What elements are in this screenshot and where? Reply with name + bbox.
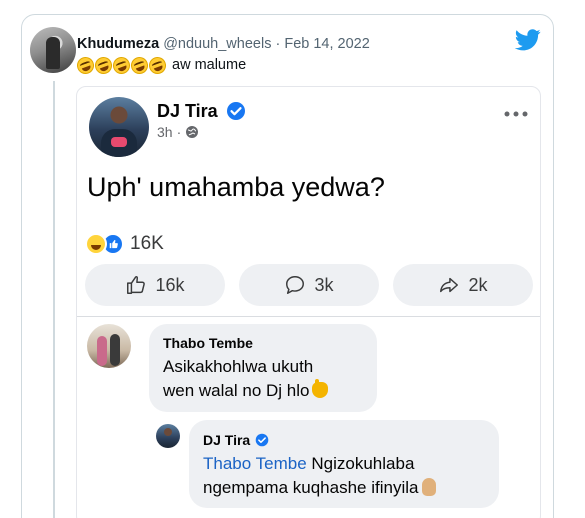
tweet-text: aw malume <box>74 54 247 76</box>
comment-icon <box>286 276 305 294</box>
tweet-header: Khudumeza @nduuh_wheels · Feb 14, 2022 <box>77 35 370 53</box>
like-icon <box>127 276 146 294</box>
commenter-avatar <box>87 324 131 368</box>
share-button: 2k <box>393 264 533 306</box>
reply-text: Thabo Tembe Ngizokuhlaba ngempama kuqhas… <box>203 452 485 500</box>
verified-badge-icon <box>255 433 269 447</box>
avatar-figure <box>46 37 60 69</box>
fb-page-name: DJ Tira <box>157 101 218 121</box>
more-options-icon <box>504 111 528 117</box>
laughing-emoji-icon <box>146 54 169 76</box>
reply-author-row: DJ Tira <box>203 431 485 449</box>
reply-bubble: DJ Tira Thabo Tembe Ngizokuhlaba ngempam… <box>189 420 499 508</box>
crossed-fingers-emoji-icon <box>422 478 437 496</box>
comment-button: 3k <box>239 264 379 306</box>
like-count: 16k <box>155 274 185 295</box>
fb-action-row: 16k 3k 2k <box>85 264 533 306</box>
author-avatar[interactable] <box>30 27 76 73</box>
fb-reactions: 16K <box>85 233 164 255</box>
fb-time-label: 3h <box>157 124 173 140</box>
reply-line-2-row: ngempama kuqhashe ifinyila <box>203 476 485 500</box>
avatar-person-right <box>110 334 120 366</box>
comment-bubble: Thabo Tembe Asikakhohlwa ukuth wen walal… <box>149 324 377 412</box>
laughing-emoji-icon <box>74 54 97 76</box>
comment-line-2: wen walal no Dj hlo <box>163 381 310 400</box>
laughing-emoji-group <box>74 54 169 76</box>
tweet-date[interactable]: Feb 14, 2022 <box>284 36 369 52</box>
reply-line-2: ngempama kuqhashe ifinyila <box>203 478 419 497</box>
share-count: 2k <box>468 274 488 295</box>
twitter-bird-icon[interactable] <box>515 29 541 51</box>
thread-line <box>53 81 55 518</box>
comment-count: 3k <box>314 274 334 295</box>
reaction-count: 16K <box>130 233 164 254</box>
reply-line-1: Thabo Tembe Ngizokuhlaba <box>203 452 485 476</box>
attached-image[interactable]: DJ Tira 3h · Uph' umahamba yedwa? 16K 16… <box>76 86 541 518</box>
fb-divider <box>77 316 540 317</box>
reply-line-1-rest: Ngizokuhlaba <box>306 454 415 473</box>
tweet-body-text: aw malume <box>172 57 247 73</box>
comment-author: Thabo Tembe <box>163 335 253 351</box>
avatar-shirt <box>101 129 137 157</box>
fb-time-separator: · <box>176 124 182 140</box>
reply-author: DJ Tira <box>203 432 251 448</box>
comment-line-1: Asikakhohlwa ukuth <box>163 357 314 376</box>
laughing-emoji-icon <box>128 54 151 76</box>
avatar-person-left <box>97 336 107 366</box>
comment-line-2-row: wen walal no Dj hlo <box>163 379 363 403</box>
fb-post-text: Uph' umahamba yedwa? <box>87 172 385 202</box>
author-handle[interactable]: @nduuh_wheels <box>163 36 271 52</box>
fb-post-time: 3h · <box>157 124 199 140</box>
clapping-hands-emoji-icon <box>312 379 329 398</box>
haha-reaction-icon <box>85 233 107 255</box>
tweet-card[interactable]: Khudumeza @nduuh_wheels · Feb 14, 2022 a… <box>21 14 554 518</box>
laughing-emoji-icon <box>92 54 115 76</box>
author-name[interactable]: Khudumeza <box>77 36 159 52</box>
avatar-head <box>164 428 172 436</box>
meta-separator: · <box>271 36 285 52</box>
like-button: 16k <box>85 264 225 306</box>
globe-icon <box>186 126 199 138</box>
laughing-emoji-icon <box>110 54 133 76</box>
verified-badge-icon <box>227 102 245 120</box>
share-icon <box>440 277 459 293</box>
reply-mention: Thabo Tembe <box>203 454 307 473</box>
fb-page-avatar <box>89 97 149 157</box>
reply-avatar <box>156 424 180 448</box>
comment-text: Asikakhohlwa ukuth wen walal no Dj hlo <box>163 355 363 403</box>
